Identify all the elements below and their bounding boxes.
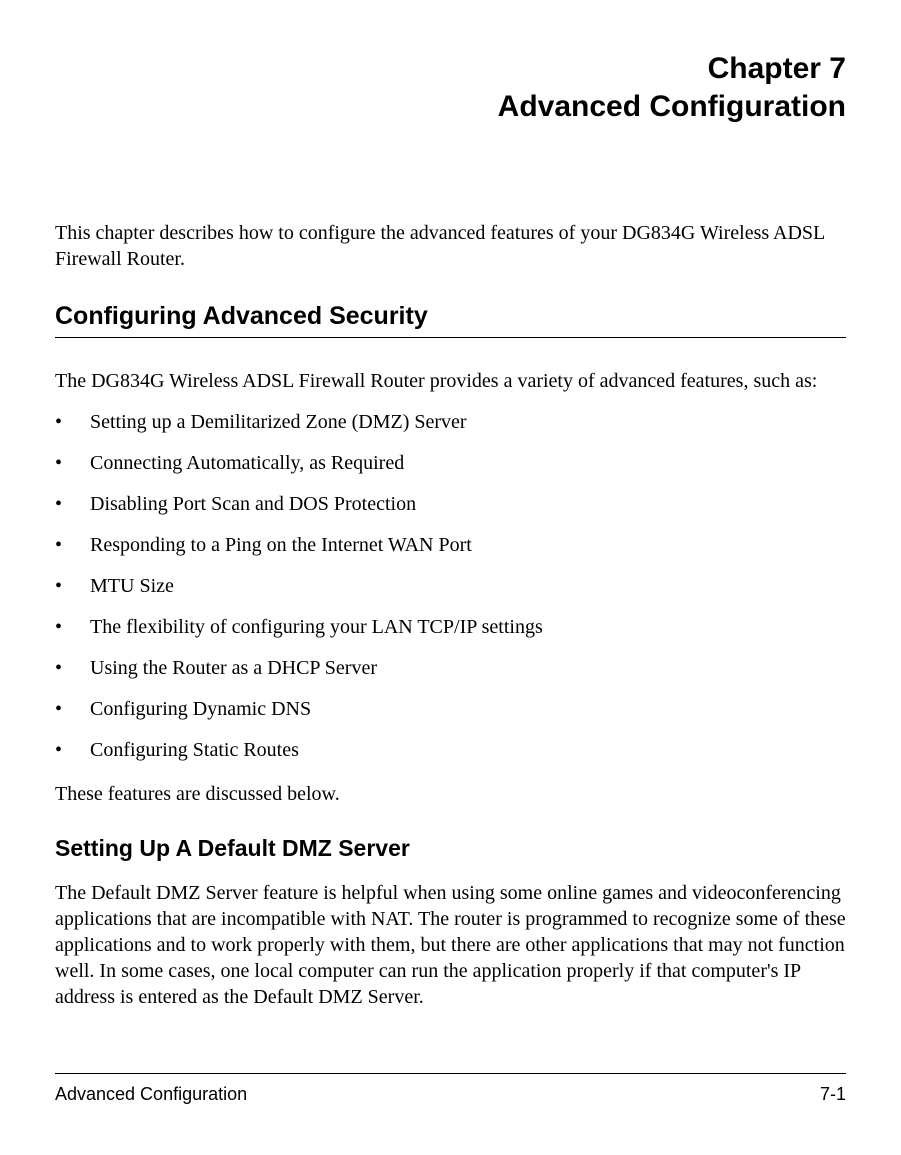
- section-heading-security: Configuring Advanced Security: [55, 302, 846, 338]
- feature-list: Setting up a Demilitarized Zone (DMZ) Se…: [55, 409, 846, 763]
- list-item: Configuring Static Routes: [55, 737, 846, 763]
- list-item: Responding to a Ping on the Internet WAN…: [55, 532, 846, 558]
- list-item: Connecting Automatically, as Required: [55, 450, 846, 476]
- list-item: Using the Router as a DHCP Server: [55, 655, 846, 681]
- footer-section-name: Advanced Configuration: [55, 1084, 247, 1105]
- page-footer: Advanced Configuration 7-1: [55, 1073, 846, 1105]
- list-item: Disabling Port Scan and DOS Protection: [55, 491, 846, 517]
- dmz-body-text: The Default DMZ Server feature is helpfu…: [55, 880, 846, 1010]
- list-item: Setting up a Demilitarized Zone (DMZ) Se…: [55, 409, 846, 435]
- section-intro-text: The DG834G Wireless ADSL Firewall Router…: [55, 368, 846, 394]
- chapter-header: Chapter 7 Advanced Configuration: [55, 50, 846, 125]
- chapter-intro: This chapter describes how to configure …: [55, 220, 846, 272]
- footer-page-number: 7-1: [820, 1084, 846, 1105]
- section-closing-text: These features are discussed below.: [55, 781, 846, 807]
- list-item: The flexibility of configuring your LAN …: [55, 614, 846, 640]
- list-item: Configuring Dynamic DNS: [55, 696, 846, 722]
- list-item: MTU Size: [55, 573, 846, 599]
- chapter-title: Advanced Configuration: [55, 88, 846, 126]
- subsection-heading-dmz: Setting Up A Default DMZ Server: [55, 835, 846, 862]
- chapter-number: Chapter 7: [55, 50, 846, 88]
